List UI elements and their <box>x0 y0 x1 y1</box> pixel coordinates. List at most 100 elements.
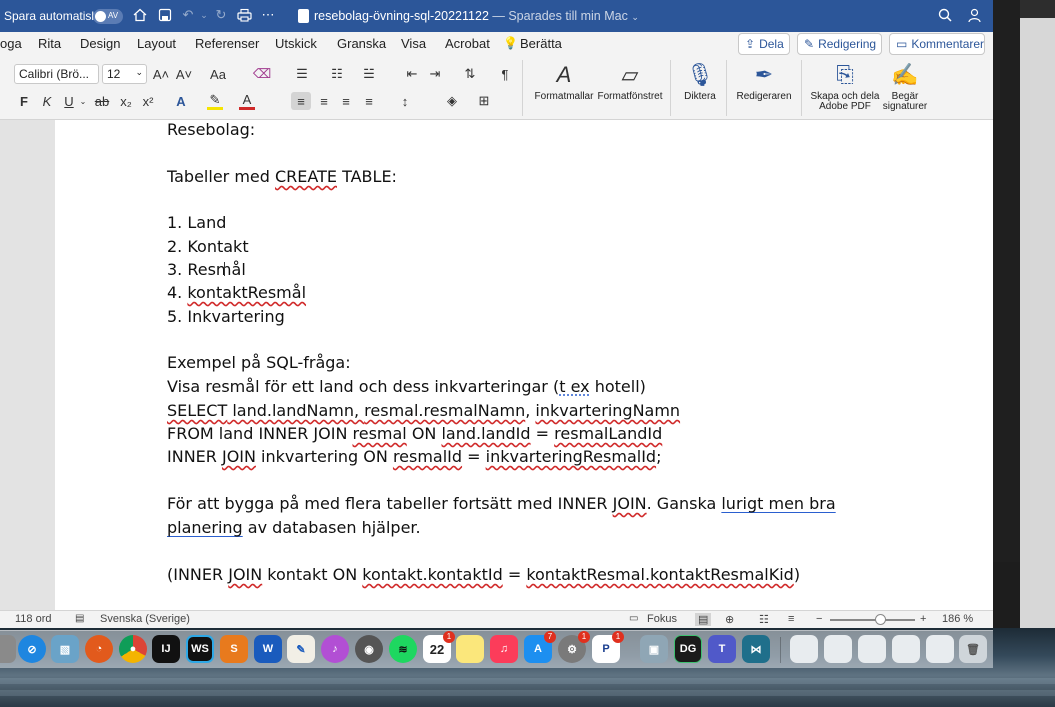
focus-icon[interactable]: ▭ <box>629 613 638 624</box>
font-color-icon[interactable]: A <box>239 92 255 110</box>
chrome-icon[interactable]: ● <box>119 635 147 663</box>
share-button[interactable]: ⇪ Dela <box>738 33 790 55</box>
word-icon[interactable]: W <box>254 635 282 663</box>
sublime-text-icon[interactable]: S <box>220 635 248 663</box>
borders-icon[interactable]: ⊞ <box>474 92 494 110</box>
tab-layout[interactable]: Layout <box>137 36 176 51</box>
safari-icon[interactable]: ⊘ <box>18 635 46 663</box>
save-icon[interactable] <box>157 7 173 23</box>
textedit-icon[interactable]: ✎ <box>287 635 315 663</box>
multilevel-list-icon[interactable]: ☱ <box>360 65 378 83</box>
disk-utility-icon[interactable]: ◉ <box>355 635 383 663</box>
italic-button[interactable]: K <box>40 92 54 110</box>
datagrip-icon[interactable]: DG <box>674 635 702 663</box>
shading-icon[interactable]: ◈ <box>442 92 462 110</box>
document-title[interactable]: resebolag-övning-sql-20221122 — Sparades… <box>314 9 639 23</box>
web-layout-icon[interactable]: ⊕ <box>725 613 734 626</box>
change-case-button[interactable]: Aa <box>208 65 228 83</box>
draft-view-icon[interactable]: ≡ <box>788 613 794 625</box>
editor-button[interactable]: ✒ Redigeraren <box>729 58 799 102</box>
strikethrough-button[interactable]: ab <box>93 92 111 110</box>
zoom-slider-handle[interactable] <box>875 614 886 625</box>
dock-app-icon[interactable] <box>0 635 16 663</box>
word-count[interactable]: 118 ord <box>15 613 52 625</box>
subscript-button[interactable]: x₂ <box>118 92 134 110</box>
tab-rita[interactable]: Rita <box>38 36 61 51</box>
music-composer-icon[interactable]: ♪ <box>321 635 349 663</box>
search-icon[interactable] <box>937 7 953 23</box>
request-signatures-button[interactable]: ✍ Begär signaturer <box>870 58 940 112</box>
line-spacing-icon[interactable]: ↕ <box>395 92 415 110</box>
image-capture-icon[interactable]: ▣ <box>640 635 668 663</box>
underline-button[interactable]: U <box>62 92 76 110</box>
align-center-icon[interactable]: ≡ <box>314 92 334 110</box>
pdf-app-icon[interactable]: P 1 <box>592 631 624 663</box>
minimized-window[interactable] <box>926 635 954 663</box>
justify-icon[interactable]: ≡ <box>359 92 379 110</box>
document-page[interactable]: Resebolag: Tabeller med CREATE TABLE: 1.… <box>55 120 993 610</box>
trash-icon[interactable]: 🗑 <box>959 635 987 663</box>
calendar-icon[interactable]: 22 1 <box>423 631 455 663</box>
clear-formatting-icon[interactable]: ⌫ <box>253 65 271 83</box>
tab-granska[interactable]: Granska <box>337 36 386 51</box>
tab-design[interactable]: Design <box>80 36 120 51</box>
app-store-icon[interactable]: A 7 <box>524 631 556 663</box>
font-size-select[interactable]: 12 ⌄ <box>102 64 147 84</box>
tab-visa[interactable]: Visa <box>401 36 426 51</box>
minimized-window[interactable] <box>824 635 852 663</box>
tab-acrobat[interactable]: Acrobat <box>445 36 490 51</box>
preview-icon[interactable]: ▧ <box>51 635 79 663</box>
chevron-down-icon[interactable]: ⌄ <box>196 7 212 23</box>
highlighter-icon[interactable]: ✎ <box>207 92 223 110</box>
numbering-icon[interactable]: ☷ <box>328 65 346 83</box>
language-label[interactable]: Svenska (Sverige) <box>100 613 190 625</box>
comments-button[interactable]: ▭ Kommentarer <box>889 33 985 55</box>
pilcrow-icon[interactable]: ¶ <box>496 65 514 83</box>
shrink-font-button[interactable]: A˅ <box>175 65 193 83</box>
teams-icon[interactable]: T <box>708 635 736 663</box>
focus-button[interactable]: Fokus <box>647 613 677 625</box>
bold-button[interactable]: F <box>17 92 31 110</box>
print-icon[interactable] <box>236 7 252 23</box>
redo-icon[interactable]: ↻ <box>213 7 229 23</box>
zoom-slider[interactable] <box>830 619 915 621</box>
zoom-in-button[interactable]: + <box>920 613 926 625</box>
more-icon[interactable]: ⋯ <box>260 7 276 23</box>
undo-icon[interactable]: ↶ <box>180 7 196 23</box>
firefox-icon[interactable]: ◔ <box>85 635 113 663</box>
notes-icon[interactable] <box>456 635 484 663</box>
font-name-select[interactable]: Calibri (Brö... <box>14 64 99 84</box>
tab-beratta[interactable]: Berätta <box>520 36 562 51</box>
increase-indent-icon[interactable]: ⇥ <box>426 65 444 83</box>
proofing-icon[interactable]: ▤ <box>75 613 84 624</box>
minimized-window[interactable] <box>790 635 818 663</box>
grow-font-button[interactable]: A˄ <box>152 65 170 83</box>
styles-pane-button[interactable]: ▱ Formatfönstret <box>595 58 665 102</box>
home-icon[interactable] <box>132 7 148 23</box>
spotify-icon[interactable]: ≋ <box>389 635 417 663</box>
tab-referenser[interactable]: Referenser <box>195 36 259 51</box>
zoom-level[interactable]: 186 % <box>942 613 973 625</box>
autosave-toggle[interactable]: AV <box>93 9 123 24</box>
decrease-indent-icon[interactable]: ⇤ <box>403 65 421 83</box>
dictate-button[interactable]: 🎙 Diktera <box>665 58 735 102</box>
styles-button[interactable]: A Formatmallar <box>529 58 599 102</box>
bullets-icon[interactable]: ☰ <box>293 65 311 83</box>
minimized-window[interactable] <box>858 635 886 663</box>
share-people-icon[interactable] <box>966 7 982 23</box>
system-settings-icon[interactable]: ⚙ 1 <box>558 631 590 663</box>
text-effects-icon[interactable]: A <box>173 92 189 110</box>
outline-view-icon[interactable]: ☷ <box>759 613 769 626</box>
zoom-out-button[interactable]: − <box>816 613 822 625</box>
tab-utskick[interactable]: Utskick <box>275 36 317 51</box>
document-canvas[interactable]: Resebolag: Tabeller med CREATE TABLE: 1.… <box>0 120 993 610</box>
mysql-workbench-icon[interactable]: ⋈ <box>742 635 770 663</box>
print-layout-icon[interactable]: ▤ <box>695 613 712 626</box>
align-left-icon[interactable]: ≡ <box>291 92 311 110</box>
sort-icon[interactable]: ⇅ <box>461 65 479 83</box>
chevron-down-icon[interactable]: ⌄ <box>78 92 88 110</box>
intellij-icon[interactable]: IJ <box>152 635 180 663</box>
editing-mode-button[interactable]: ✎ Redigering <box>797 33 882 55</box>
apple-music-icon[interactable]: ♫ <box>490 635 518 663</box>
minimized-window[interactable] <box>892 635 920 663</box>
